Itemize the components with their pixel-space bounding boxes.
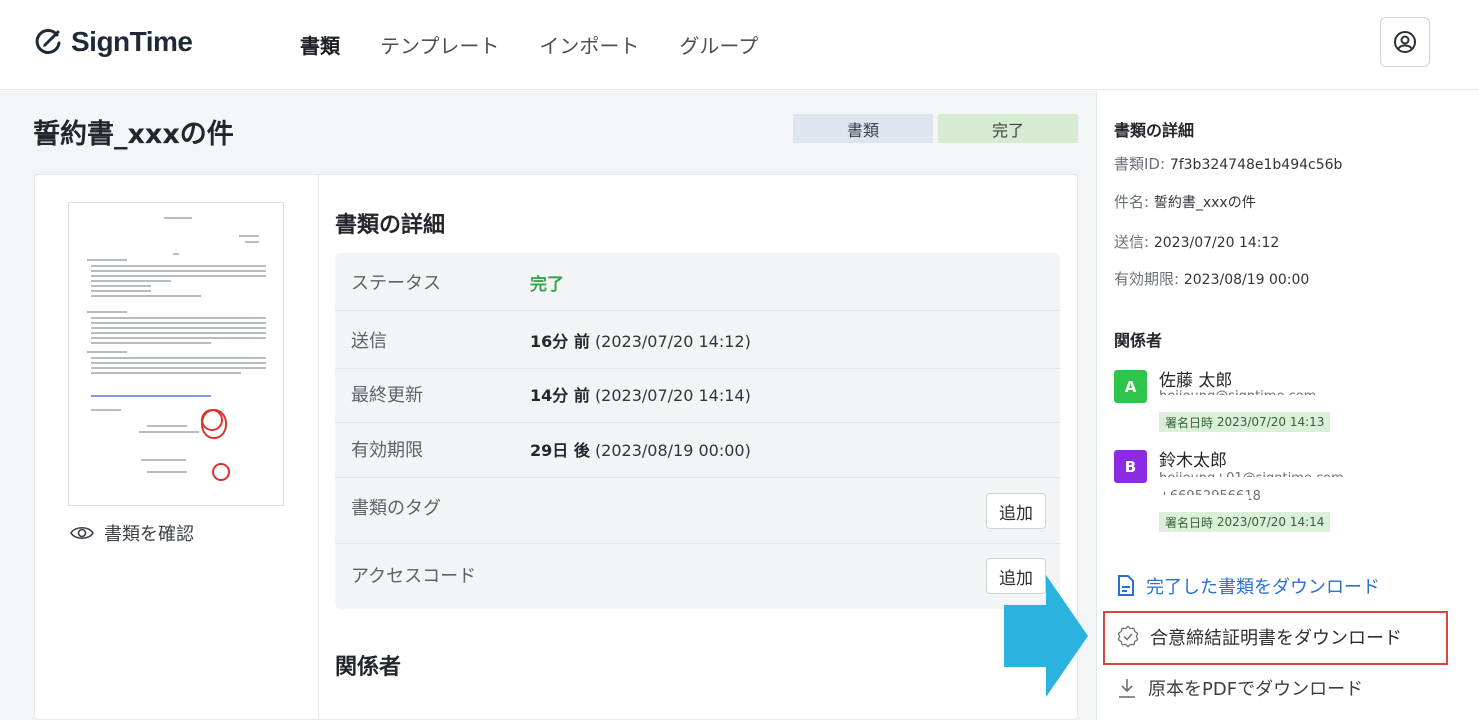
seal-stamp (201, 409, 227, 439)
signed-label: 署名日時 (1165, 515, 1214, 530)
row-label: アクセスコード (351, 566, 477, 587)
badge-check-icon (1117, 625, 1139, 648)
card-divider (318, 174, 319, 720)
sent-value: 2023/07/20 14:12 (1153, 235, 1280, 251)
expiry-relative: 29日 後 (530, 441, 590, 460)
signed-badge: 署名日時 2023/07/20 14:14 (1159, 512, 1331, 532)
sidebar-details-title: 書類の詳細 (1114, 121, 1195, 140)
detail-row-expiry: 有効期限 29日 後 (2023/08/19 00:00) (335, 420, 1060, 478)
download-certificate-link[interactable]: 合意締結証明書をダウンロード (1116, 624, 1402, 650)
expiry-absolute: (2023/08/19 00:00) (594, 441, 751, 460)
doc-id-label: 書類ID: (1114, 155, 1166, 173)
page-title: 誓約書_xxxの件 (33, 119, 234, 150)
sidebar-subject: 件名: 誓約書_xxxの件 (1114, 191, 1256, 212)
expiry-value: 2023/08/19 00:00 (1183, 272, 1310, 288)
signed-label: 署名日時 (1165, 415, 1214, 430)
document-icon (1118, 575, 1134, 596)
expiry-label: 有効期限: (1114, 270, 1180, 288)
signed-at: 2023/07/20 14:13 (1216, 415, 1325, 429)
row-label: 最終更新 (351, 385, 423, 406)
nav-documents[interactable]: 書類 (300, 30, 340, 59)
main-nav: 書類 テンプレート インポート グループ (300, 30, 758, 59)
document-thumbnail[interactable] (68, 202, 284, 506)
sidebar-doc-id: 書類ID: 7f3b324748e1b494c56b (1114, 153, 1342, 174)
add-tag-button[interactable]: 追加 (986, 493, 1046, 529)
download-completed-label: 完了した書類をダウンロード (1146, 577, 1380, 598)
updated-relative: 14分 前 (530, 386, 590, 405)
seal-stamp (212, 463, 230, 481)
user-icon (1394, 31, 1416, 53)
updated-absolute: (2023/07/20 14:14) (594, 386, 751, 405)
download-pdf-link[interactable]: 原本をPDFでダウンロード (1116, 675, 1363, 701)
status-badge: 完了 (938, 114, 1078, 143)
detail-row-updated: 最終更新 14分 前 (2023/07/20 14:14) (335, 365, 1060, 423)
redaction-mask (1159, 495, 1249, 503)
redaction-mask (1159, 477, 1367, 485)
sent-absolute: (2023/07/20 14:12) (594, 332, 751, 351)
detail-row-tags: 書類のタグ 追加 (335, 478, 1060, 544)
signed-badge: 署名日時 2023/07/20 14:13 (1159, 412, 1331, 432)
nav-groups[interactable]: グループ (679, 30, 758, 59)
signed-at: 2023/07/20 14:14 (1216, 515, 1325, 529)
top-bar: SignTime 書類 テンプレート インポート グループ (0, 0, 1479, 90)
sidebar-expiry: 有効期限: 2023/08/19 00:00 (1114, 268, 1309, 289)
avatar: A (1114, 370, 1147, 403)
parties-section-title: 関係者 (335, 655, 402, 680)
details-section-title: 書類の詳細 (335, 213, 446, 238)
sidebar-parties-title: 関係者 (1114, 331, 1163, 350)
party-name: 佐藤 太郎 (1159, 371, 1233, 391)
subject-label: 件名: (1114, 193, 1150, 211)
sent-relative: 16分 前 (530, 332, 590, 351)
subject-value: 誓約書_xxxの件 (1153, 195, 1256, 211)
row-value: 14分 前 (2023/07/20 14:14) (530, 382, 751, 406)
signtime-logo-icon (35, 28, 61, 54)
detail-row-access-code: アクセスコード 追加 (335, 546, 1060, 604)
view-document-link[interactable]: 書類を確認 (70, 520, 194, 546)
row-label: 送信 (351, 331, 387, 352)
view-document-label: 書類を確認 (104, 524, 194, 545)
row-label: 書類のタグ (351, 498, 441, 519)
sent-label: 送信: (1114, 233, 1150, 251)
download-certificate-label: 合意締結証明書をダウンロード (1150, 628, 1402, 649)
row-label: ステータス (351, 273, 441, 294)
download-pdf-label: 原本をPDFでダウンロード (1148, 679, 1364, 700)
download-completed-link[interactable]: 完了した書類をダウンロード (1116, 573, 1380, 599)
avatar: B (1114, 450, 1147, 483)
nav-templates[interactable]: テンプレート (380, 30, 499, 59)
sidebar-sent: 送信: 2023/07/20 14:12 (1114, 231, 1279, 252)
logo-text: SignTime (71, 26, 193, 57)
arrow-annotation-icon (1004, 575, 1088, 697)
status-value: 完了 (530, 275, 564, 295)
download-icon (1119, 679, 1135, 698)
party-name: 鈴木太郎 (1159, 451, 1227, 471)
detail-row-sent: 送信 16分 前 (2023/07/20 14:12) (335, 311, 1060, 369)
logo[interactable]: SignTime (33, 26, 193, 58)
detail-row-status: ステータス 完了 (335, 253, 1060, 311)
row-value: 29日 後 (2023/08/19 00:00) (530, 437, 751, 461)
row-label: 有効期限 (351, 440, 423, 461)
doc-id-value: 7f3b324748e1b494c56b (1169, 157, 1343, 173)
redaction-mask (1159, 395, 1367, 403)
nav-import[interactable]: インポート (539, 30, 639, 59)
eye-icon (70, 526, 94, 540)
document-type-badge: 書類 (793, 114, 933, 143)
user-menu-button[interactable] (1380, 17, 1430, 67)
row-value: 16分 前 (2023/07/20 14:12) (530, 328, 751, 352)
